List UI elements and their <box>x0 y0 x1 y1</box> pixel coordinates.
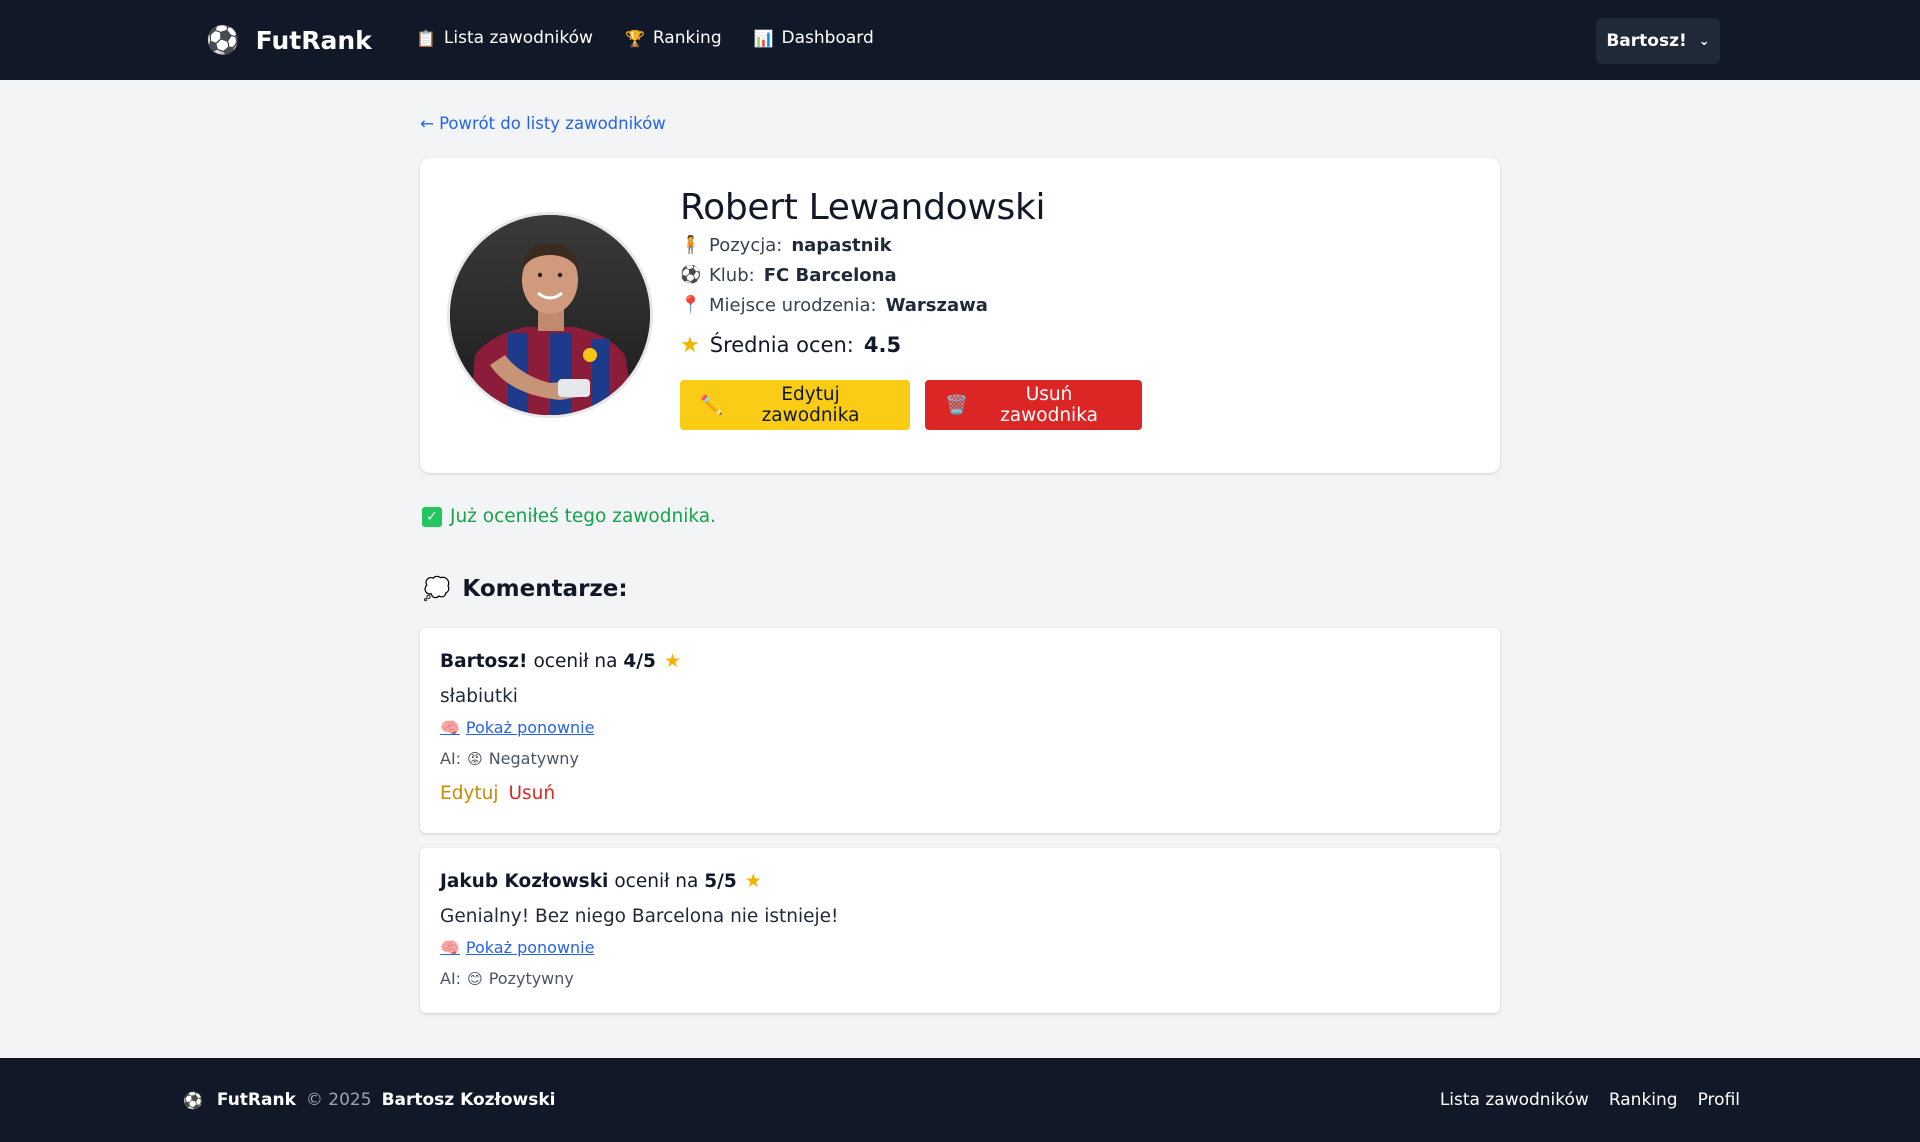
birthplace-label: Miejsce urodzenia: <box>709 294 877 316</box>
club-value: FC Barcelona <box>763 264 897 286</box>
comment-author: Bartosz! <box>440 650 528 672</box>
star-icon: ★ <box>680 332 700 358</box>
comment-actions: Edytuj Usuń <box>440 783 555 804</box>
show-again-link[interactable]: 🧠 Pokaż ponownie <box>440 718 594 737</box>
ai-label: AI: <box>440 749 462 768</box>
comments-title: 💭 Komentarze: <box>423 576 628 602</box>
nav-link-label: Ranking <box>652 28 722 48</box>
delete-comment-link[interactable]: Usuń <box>509 783 556 804</box>
pencil-icon: ✏️ <box>700 395 724 416</box>
comment-rated-on: ocenił na <box>614 870 699 892</box>
soccer-ball-icon: ⚽ <box>680 265 702 285</box>
brand-link[interactable]: ⚽ FutRank <box>206 22 372 58</box>
comment-rating: 4/5 <box>623 650 656 672</box>
comment-rated-on: ocenił na <box>533 650 618 672</box>
brand-name: FutRank <box>255 25 372 55</box>
show-again-label: Pokaż ponownie <box>465 938 595 957</box>
soccer-ball-icon: ⚽ <box>183 1090 203 1110</box>
comment-rating: 5/5 <box>704 870 737 892</box>
delete-player-label: Usuń zawodnika <box>1000 384 1098 426</box>
check-icon: ✓ <box>422 506 442 527</box>
comment-text: słabiutki <box>440 686 518 707</box>
show-again-label: Pokaż ponownie <box>465 718 595 737</box>
footer-nav: Lista zawodników Ranking Profil <box>1440 1090 1740 1110</box>
position-value: napastnik <box>791 234 892 256</box>
nav-link-label: Dashboard <box>781 28 874 48</box>
star-icon: ★ <box>744 870 762 892</box>
comment-text: Genialny! Bez niego Barcelona nie istnie… <box>440 906 839 927</box>
footer-link-ranking[interactable]: Ranking <box>1609 1090 1678 1110</box>
footer-brand: FutRank <box>216 1090 296 1110</box>
speech-bubble-icon: 💭 <box>423 576 451 602</box>
footer-credits: ⚽ FutRank © 2025 Bartosz Kozłowski <box>183 1090 556 1110</box>
nav-link-ranking[interactable]: 🏆 Ranking <box>625 28 722 48</box>
delete-player-button[interactable]: 🗑️ Usuń zawodnika <box>925 380 1142 430</box>
club-label: Klub: <box>709 264 755 286</box>
birthplace-row: 📍 Miejsce urodzenia: Warszawa <box>680 290 1142 320</box>
sentiment-value: Negatywny <box>488 749 579 768</box>
ai-sentiment: AI: 😡 Negatywny <box>440 749 579 768</box>
player-actions: ✏️ Edytuj zawodnika 🗑️ Usuń zawodnika <box>680 380 1142 430</box>
trophy-icon: 🏆 <box>624 28 645 48</box>
player-photo <box>450 215 650 415</box>
clipboard-icon: 📋 <box>416 28 436 48</box>
player-name: Robert Lewandowski <box>680 187 1046 228</box>
position-label: Pozycja: <box>709 234 783 256</box>
position-row: 🧍 Pozycja: napastnik <box>680 230 1142 260</box>
angry-face-icon: 😡 <box>467 749 483 768</box>
ai-label: AI: <box>440 969 462 988</box>
club-row: ⚽ Klub: FC Barcelona <box>680 260 1142 290</box>
edit-comment-link[interactable]: Edytuj <box>440 783 499 804</box>
back-to-list-link[interactable]: ← Powrót do listy zawodników <box>420 114 666 133</box>
comment-author: Jakub Kozłowski <box>440 870 609 892</box>
top-navbar: ⚽ FutRank 📋 Lista zawodników 🏆 Ranking 📊… <box>0 0 1920 80</box>
star-icon: ★ <box>663 650 681 672</box>
user-name: Bartosz! <box>1606 31 1687 51</box>
comment-header: Jakub Kozłowski ocenił na 5/5 ★ <box>440 870 762 892</box>
footer-link-players[interactable]: Lista zawodników <box>1440 1090 1589 1110</box>
already-rated-notice: ✓ Już oceniłeś tego zawodnika. <box>422 506 716 527</box>
chevron-down-icon: ⌄ <box>1698 33 1710 49</box>
average-rating-row: ★ Średnia ocen: 4.5 <box>680 328 1142 362</box>
smiling-face-icon: 😊 <box>467 969 483 988</box>
already-rated-text: Już oceniłeś tego zawodnika. <box>450 506 716 527</box>
show-again-link[interactable]: 🧠 Pokaż ponownie <box>440 938 594 957</box>
user-menu-button[interactable]: Bartosz! ⌄ <box>1596 18 1720 64</box>
sentiment-value: Pozytywny <box>488 969 574 988</box>
brain-icon: 🧠 <box>440 718 460 737</box>
player-card: Robert Lewandowski 🧍 Pozycja: napastnik … <box>420 158 1500 473</box>
nav-link-dashboard[interactable]: 📊 Dashboard <box>754 28 874 48</box>
person-icon: 🧍 <box>680 235 702 255</box>
comments-title-text: Komentarze: <box>462 576 628 602</box>
edit-player-button[interactable]: ✏️ Edytuj zawodnika <box>680 380 910 430</box>
comment-card: Bartosz! ocenił na 4/5 ★ słabiutki 🧠 Pok… <box>420 628 1500 833</box>
ai-sentiment: AI: 😊 Pozytywny <box>440 969 574 988</box>
comment-card: Jakub Kozłowski ocenił na 5/5 ★ Genialny… <box>420 848 1500 1013</box>
edit-player-label: Edytuj zawodnika <box>761 384 860 426</box>
brain-icon: 🧠 <box>440 938 460 957</box>
comment-header: Bartosz! ocenił na 4/5 ★ <box>440 650 681 672</box>
map-pin-icon: 📍 <box>680 295 702 315</box>
footer-copyright: © 2025 <box>305 1090 372 1110</box>
nav-link-players[interactable]: 📋 Lista zawodników <box>416 28 593 48</box>
trash-icon: 🗑️ <box>945 395 969 416</box>
footer-author: Bartosz Kozłowski <box>381 1090 556 1110</box>
page-footer: ⚽ FutRank © 2025 Bartosz Kozłowski Lista… <box>0 1058 1920 1142</box>
nav-link-label: Lista zawodników <box>443 28 593 48</box>
soccer-ball-icon: ⚽ <box>206 24 240 56</box>
average-label: Średnia ocen: <box>709 333 854 357</box>
main-nav: 📋 Lista zawodników 🏆 Ranking 📊 Dashboard <box>416 28 874 48</box>
average-value: 4.5 <box>863 333 902 357</box>
birthplace-value: Warszawa <box>885 294 988 316</box>
bar-chart-icon: 📊 <box>753 28 774 48</box>
footer-link-profile[interactable]: Profil <box>1698 1090 1740 1110</box>
player-info: Robert Lewandowski 🧍 Pozycja: napastnik … <box>680 186 1142 430</box>
